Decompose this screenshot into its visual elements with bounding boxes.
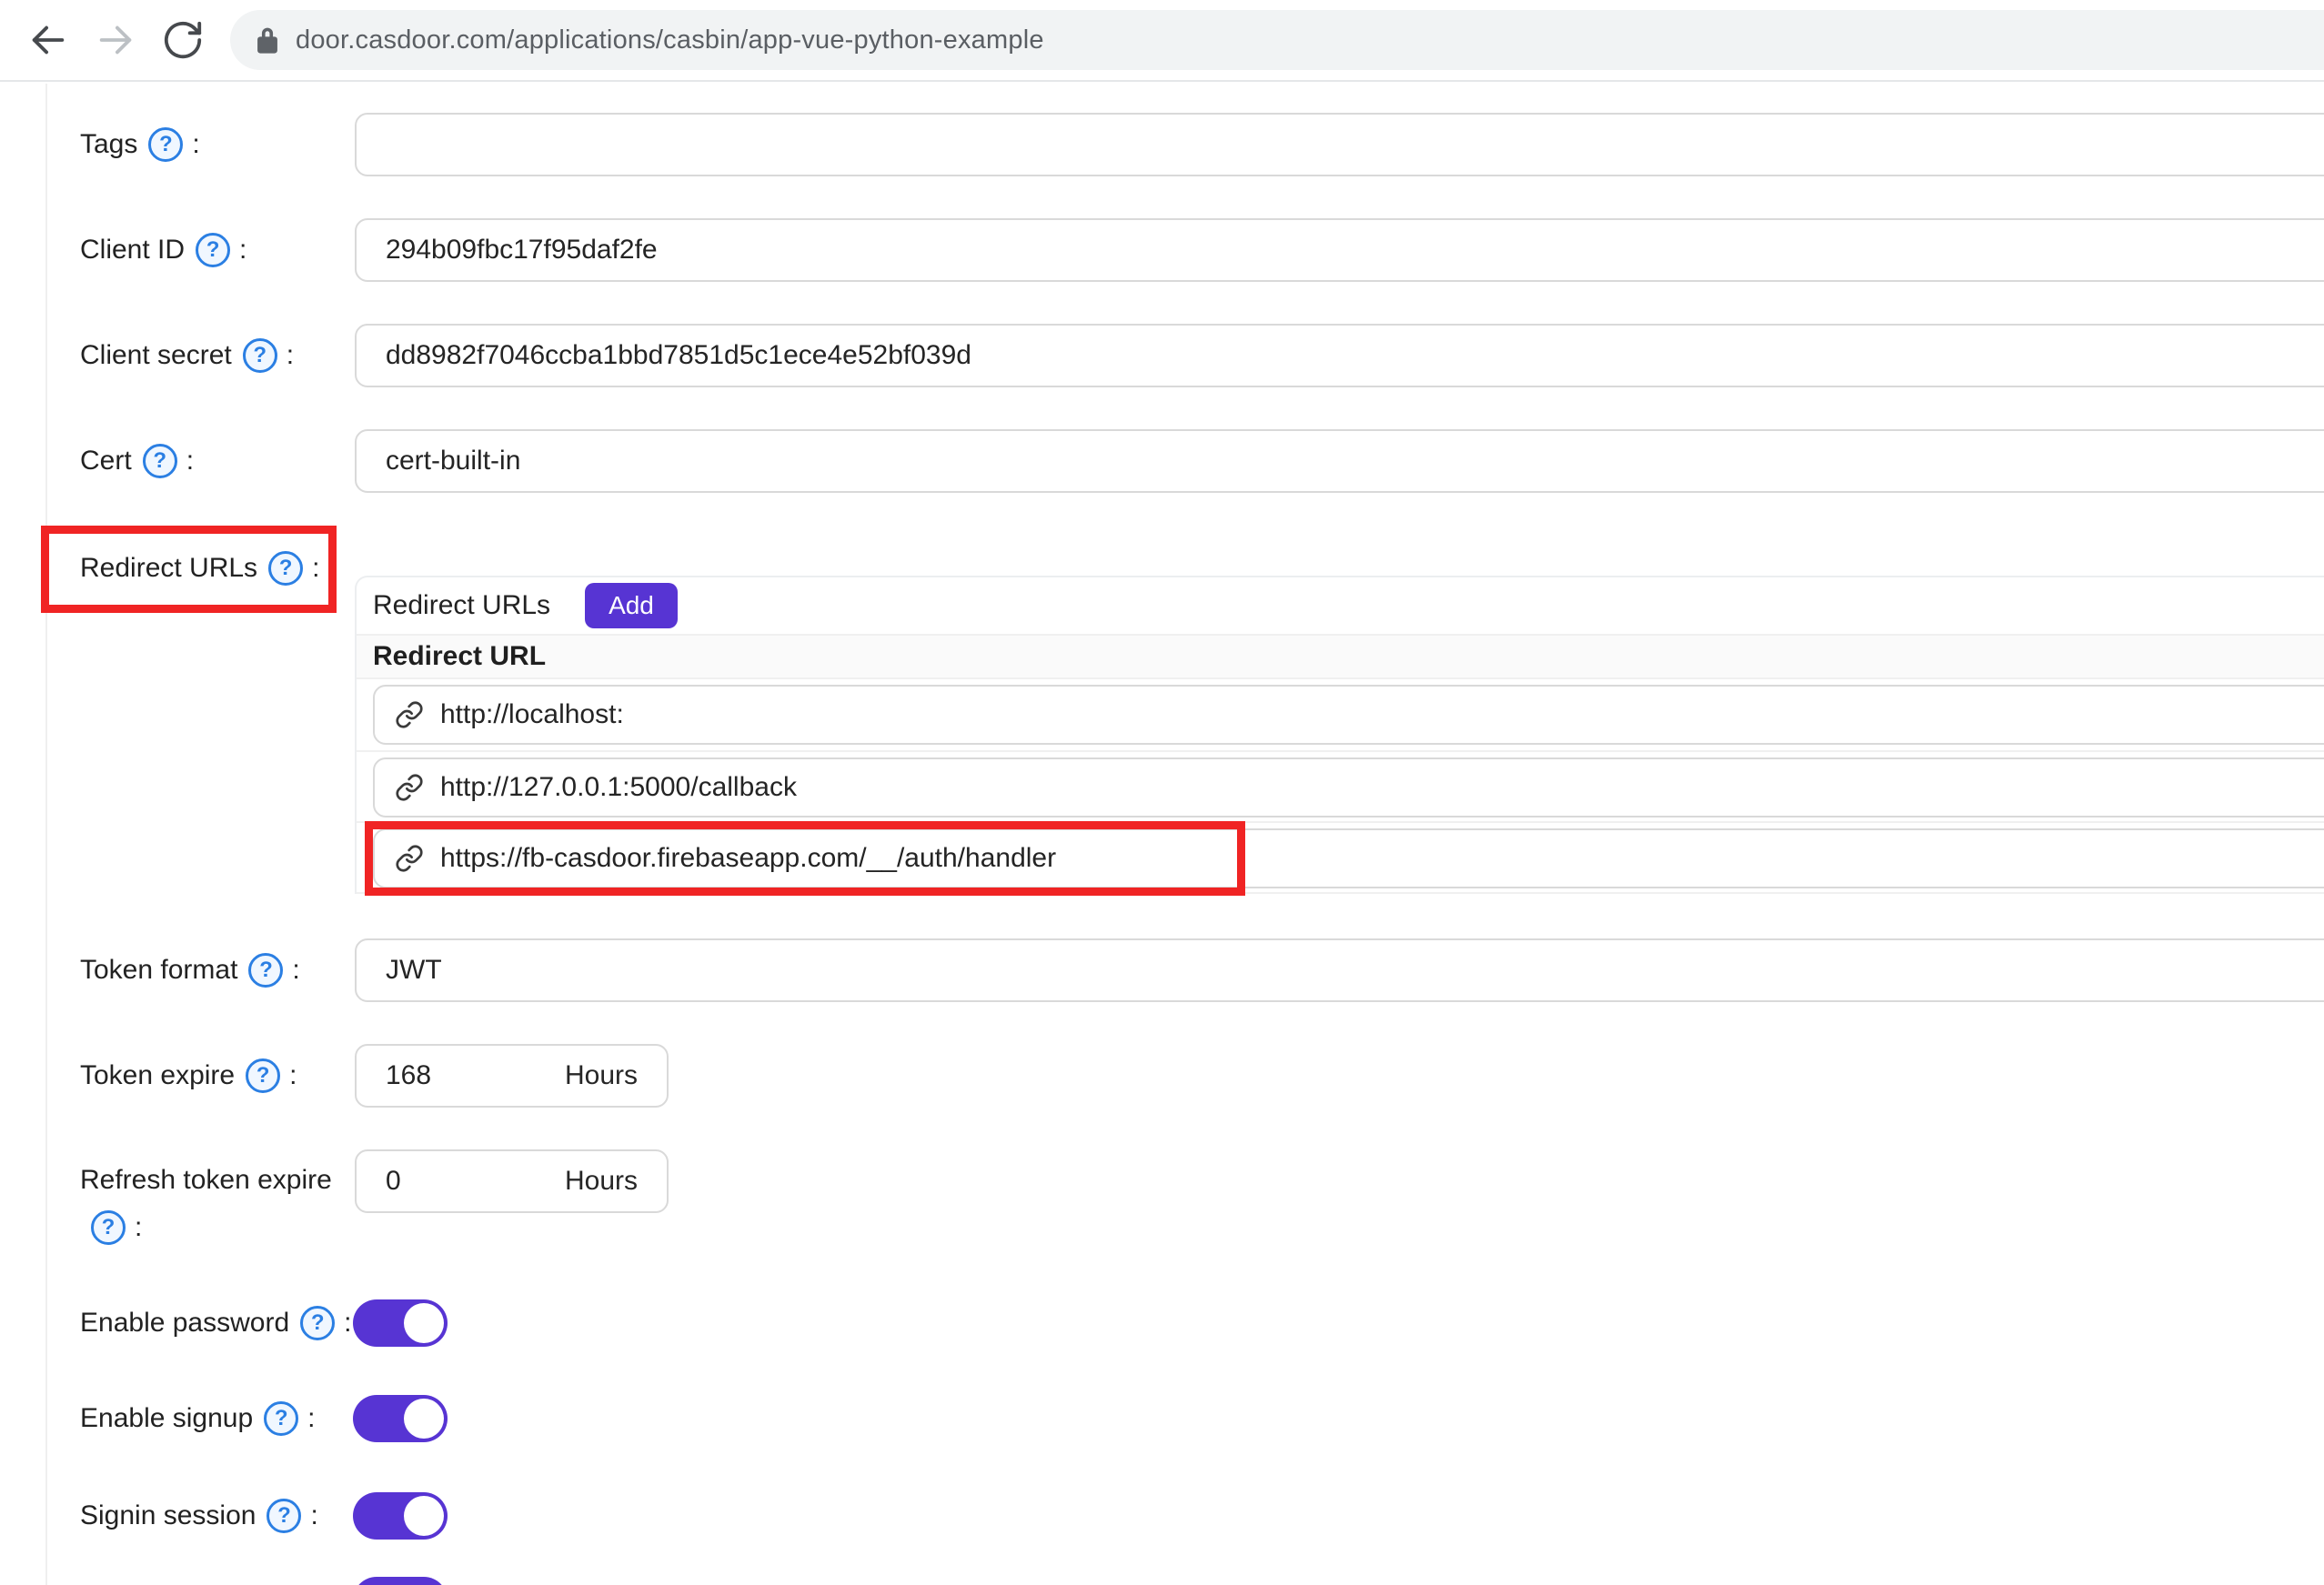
table-row: https://fb-casdoor.firebaseapp.com/__/au…	[357, 823, 2324, 894]
toggle-knob	[404, 1496, 444, 1536]
token-expire-label: Token expire ? :	[80, 1044, 297, 1108]
cert-label: Cert ? :	[80, 429, 194, 493]
enable-password-label: Enable password ? :	[80, 1291, 352, 1355]
help-icon[interactable]: ?	[246, 1058, 280, 1093]
link-icon	[395, 700, 424, 729]
signin-session-label: Signin session ? :	[80, 1484, 318, 1548]
client-id-input[interactable]: 294b09fbc17f95daf2fe	[355, 218, 2324, 282]
help-icon[interactable]: ?	[143, 444, 177, 478]
client-secret-input[interactable]: dd8982f7046ccba1bbd7851d5c1ece4e52bf039d	[355, 324, 2324, 387]
help-icon[interactable]: ?	[268, 551, 303, 586]
forward-icon[interactable]	[95, 19, 136, 61]
browser-toolbar: door.casdoor.com/applications/casbin/app…	[0, 0, 2324, 82]
help-icon[interactable]: ?	[91, 1210, 126, 1245]
tags-input[interactable]	[355, 113, 2324, 176]
help-icon[interactable]: ?	[267, 1499, 301, 1533]
redirect-urls-table-title: Redirect URLs	[373, 590, 550, 621]
link-icon	[395, 773, 424, 802]
refresh-token-expire-label: Refresh token expire ? :	[80, 1157, 373, 1251]
hours-suffix: Hours	[565, 1060, 638, 1091]
reload-icon[interactable]	[162, 19, 204, 61]
redirect-urls-toolbar: Redirect URLs Add	[357, 577, 2324, 634]
address-bar[interactable]: door.casdoor.com/applications/casbin/app…	[230, 10, 2324, 70]
token-format-label: Token format ? :	[80, 938, 300, 1002]
add-redirect-url-button[interactable]: Add	[585, 583, 678, 628]
help-icon[interactable]: ?	[196, 233, 230, 267]
tags-label: Tags ? :	[80, 113, 200, 176]
card-left-border	[45, 84, 47, 1585]
enable-signup-toggle[interactable]	[353, 1395, 448, 1442]
enable-password-toggle[interactable]	[353, 1299, 448, 1347]
signin-session-toggle[interactable]	[353, 1492, 448, 1540]
toggle-knob	[404, 1399, 444, 1439]
client-id-label: Client ID ? :	[80, 218, 246, 282]
toggle-knob	[404, 1303, 444, 1343]
redirect-urls-label: Redirect URLs ? :	[80, 537, 319, 600]
table-row: http://127.0.0.1:5000/callback	[357, 752, 2324, 823]
help-icon[interactable]: ?	[300, 1306, 335, 1340]
cert-select[interactable]: cert-built-in	[355, 429, 2324, 493]
token-expire-input[interactable]: 168 Hours	[355, 1044, 669, 1108]
link-icon	[395, 844, 424, 873]
enable-signup-label: Enable signup ? :	[80, 1387, 316, 1450]
redirect-url-column-header: Redirect URL	[357, 634, 2324, 679]
help-icon[interactable]: ?	[248, 953, 283, 988]
token-format-select[interactable]: JWT	[355, 938, 2324, 1002]
partial-toggle[interactable]	[353, 1577, 448, 1585]
url-text: door.casdoor.com/applications/casbin/app…	[296, 25, 1044, 55]
lock-icon	[254, 25, 281, 55]
redirect-url-input-3[interactable]: https://fb-casdoor.firebaseapp.com/__/au…	[373, 828, 2324, 888]
redirect-urls-table: Redirect URLs Add Redirect URL http://lo…	[355, 576, 2324, 894]
client-secret-label: Client secret ? :	[80, 324, 294, 387]
redirect-url-input-2[interactable]: http://127.0.0.1:5000/callback	[373, 757, 2324, 818]
table-row: http://localhost:	[357, 679, 2324, 752]
help-icon[interactable]: ?	[243, 338, 277, 373]
redirect-url-input-1[interactable]: http://localhost:	[373, 685, 2324, 745]
refresh-token-expire-input[interactable]: 0 Hours	[355, 1149, 669, 1213]
help-icon[interactable]: ?	[148, 127, 183, 162]
back-icon[interactable]	[27, 19, 69, 61]
help-icon[interactable]: ?	[264, 1401, 298, 1436]
hours-suffix: Hours	[565, 1166, 638, 1197]
